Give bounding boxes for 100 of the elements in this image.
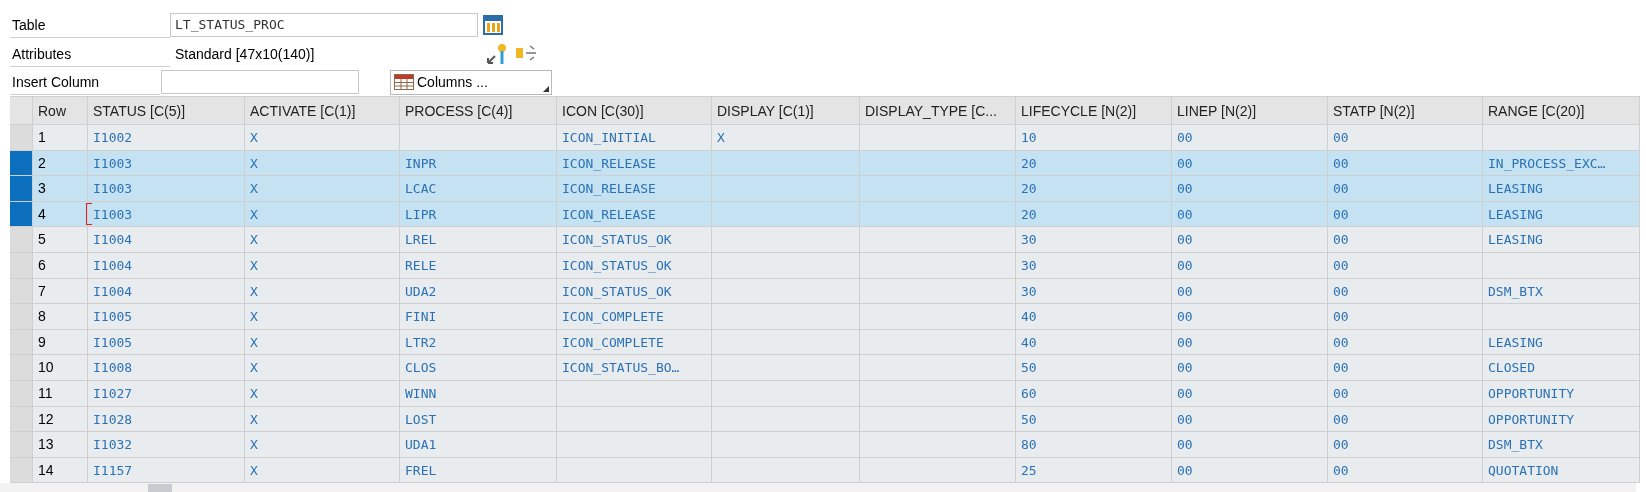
table-cell: 00 — [1333, 257, 1349, 273]
row-selector[interactable] — [10, 201, 33, 227]
table-cell: INPR — [405, 155, 437, 171]
table-cell: 00 — [1333, 309, 1349, 325]
table-cell: X — [717, 130, 725, 145]
row-number: 6 — [38, 256, 46, 273]
table-cell: X — [250, 411, 258, 427]
table-cell: ICON_COMPLETE — [562, 334, 664, 350]
table-cell: LEASING — [1488, 206, 1543, 222]
table-cell: 25 — [1021, 462, 1037, 478]
table-cell: ICON_RELEASE — [562, 181, 656, 197]
table-cell: I1028 — [93, 411, 133, 427]
table-cell: 00 — [1177, 206, 1193, 222]
table-cell: FINI — [405, 309, 437, 325]
table-cell: 00 — [1177, 257, 1193, 273]
table-cell: LEASING — [1488, 334, 1543, 350]
table-cell: I1008 — [93, 360, 133, 376]
table-cell: LTR2 — [405, 334, 437, 350]
grid-icon — [394, 74, 414, 90]
table-cell: 00 — [1177, 437, 1193, 453]
table-cell: UDA2 — [405, 283, 437, 299]
table-cell: X — [250, 309, 258, 325]
table-icon[interactable] — [483, 15, 503, 35]
table-cell: ICON_STATUS_OK — [562, 283, 672, 299]
table-cell: CLOS — [405, 360, 437, 376]
column-header[interactable]: STATUS [C(5)] — [88, 97, 245, 124]
row-number: 14 — [38, 461, 54, 478]
row-number: 13 — [38, 436, 54, 453]
table-cell: 00 — [1333, 232, 1349, 248]
column-header[interactable]: DISPLAY [C(1)] — [712, 97, 860, 124]
column-header[interactable]: ICON [C(30)] — [557, 97, 712, 124]
table-cell: 00 — [1333, 437, 1349, 453]
column-header[interactable]: LIFECYCLE [N(2)] — [1016, 97, 1172, 124]
table-cell: 00 — [1177, 155, 1193, 171]
table-cell: X — [250, 232, 258, 248]
table-cell: X — [250, 130, 258, 145]
table-cell: X — [250, 206, 258, 222]
row-number: 11 — [38, 384, 53, 401]
table-cell: LEASING — [1488, 232, 1543, 248]
table-cell: 00 — [1333, 155, 1349, 171]
input-field[interactable]: LT_STATUS_PROC — [170, 13, 478, 37]
table-cell: LOST — [405, 411, 437, 427]
table-cell: IN_PROCESS_EXC… — [1488, 155, 1606, 171]
table-cell: I1004 — [93, 283, 133, 299]
table-cell: LEASING — [1488, 181, 1543, 197]
field-label: Attributes — [10, 41, 170, 67]
table-cell: I1003 — [93, 206, 133, 222]
table-cell: ICON_INITIAL — [562, 130, 656, 145]
table-cell: RELE — [405, 257, 437, 273]
table-cell: ICON_RELEASE — [562, 155, 656, 171]
column-header[interactable]: LINEP [N(2)] — [1172, 97, 1328, 124]
table-cell: QUOTATION — [1488, 462, 1559, 478]
table-cell: 00 — [1177, 462, 1193, 478]
table-cell: 80 — [1021, 437, 1037, 453]
column-header[interactable]: STATP [N(2)] — [1328, 97, 1483, 124]
table-cell: 00 — [1177, 334, 1193, 350]
table-cell: ICON_STATUS_OK — [562, 257, 672, 273]
scrollbar-thumb[interactable] — [148, 484, 172, 492]
table-cell: 10 — [1021, 130, 1037, 145]
columns-button[interactable]: Columns ... — [390, 69, 552, 95]
input-field[interactable] — [161, 70, 359, 94]
table-cell: I1157 — [93, 462, 133, 478]
table-cell: 50 — [1021, 411, 1037, 427]
table-cell: X — [250, 181, 258, 197]
column-header[interactable]: RANGE [C(20)] — [1483, 97, 1640, 124]
table-cell: DSM_BTX — [1488, 283, 1543, 299]
column-header[interactable]: DISPLAY_TYPE [C... — [860, 97, 1016, 124]
table-cell: DSM_BTX — [1488, 437, 1543, 453]
table-cell: 40 — [1021, 309, 1037, 325]
table-cell: 40 — [1021, 334, 1037, 350]
row-selector[interactable] — [10, 176, 33, 201]
row-selector[interactable] — [10, 150, 33, 176]
table-cell: 00 — [1177, 181, 1193, 197]
table-cell: 20 — [1021, 206, 1037, 222]
table-cell: OPPORTUNITY — [1488, 385, 1575, 401]
table-cell: X — [250, 155, 258, 171]
table-cell: 00 — [1333, 283, 1349, 299]
column-header[interactable]: PROCESS [C(4)] — [400, 97, 557, 124]
table-cell: 00 — [1333, 130, 1349, 145]
table-cell: X — [250, 257, 258, 273]
column-header[interactable]: Row — [33, 97, 88, 124]
table-cell: X — [250, 360, 258, 376]
row-number: 5 — [38, 231, 46, 248]
table-cell: 00 — [1177, 130, 1193, 145]
table-cell: X — [250, 462, 258, 478]
table-cell: 00 — [1333, 334, 1349, 350]
table-cell: ICON_STATUS_OK — [562, 232, 672, 248]
table-cell: I1003 — [93, 181, 133, 197]
table-cell: 00 — [1333, 206, 1349, 222]
table-cell: 00 — [1177, 411, 1193, 427]
table-cell: I1004 — [93, 232, 133, 248]
table-cell: FREL — [405, 462, 437, 478]
table-cell: X — [250, 437, 258, 453]
row-number: 7 — [38, 282, 46, 299]
field-label: Insert Column — [10, 69, 160, 95]
row-number: 2 — [38, 154, 46, 171]
table-cell: I1032 — [93, 437, 133, 453]
table-cell: I1004 — [93, 257, 133, 273]
table-cell: 00 — [1333, 411, 1349, 427]
column-header[interactable]: ACTIVATE [C(1)] — [245, 97, 400, 124]
